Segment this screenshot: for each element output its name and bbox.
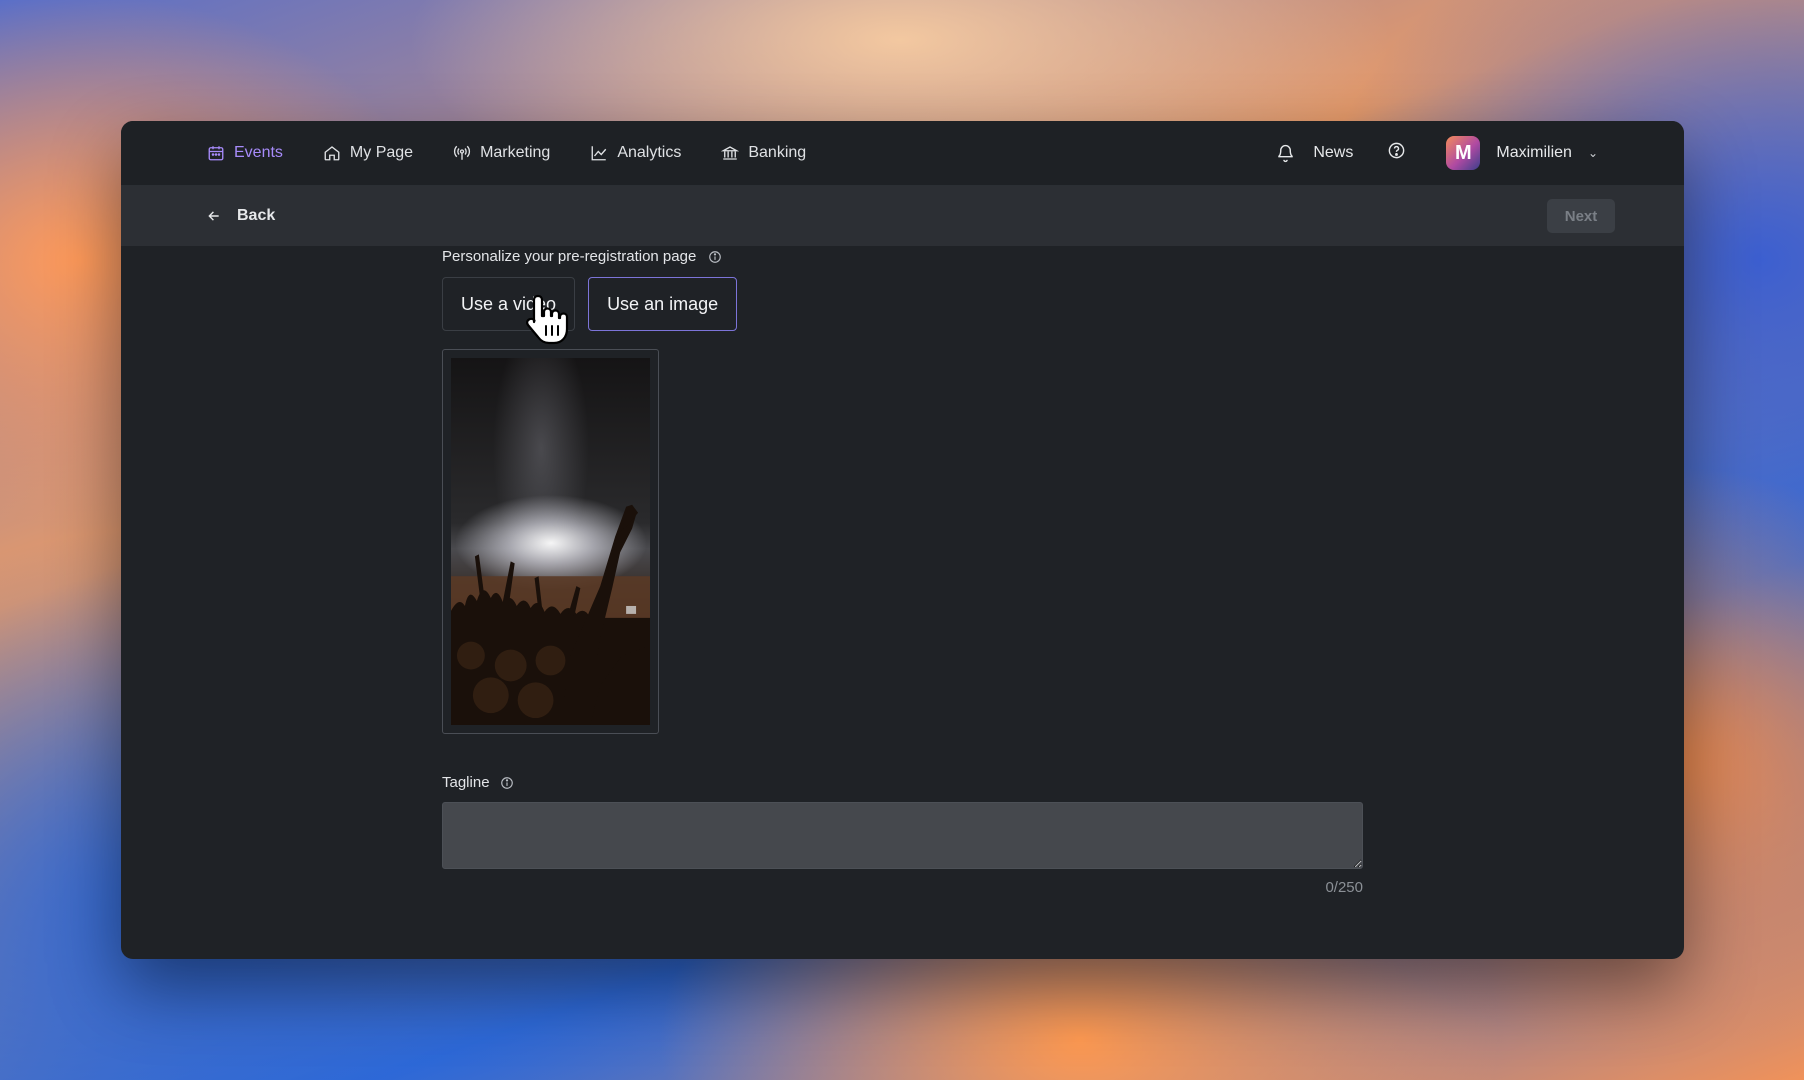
nav-item-analytics[interactable]: Analytics [590, 144, 681, 162]
top-navigation: Events My Page Marketing Analytics Banki… [121, 121, 1684, 186]
tagline-textarea[interactable] [442, 802, 1363, 869]
tagline-label: Tagline [442, 774, 490, 791]
image-preview-frame[interactable] [442, 349, 659, 734]
nav-item-my-page[interactable]: My Page [323, 144, 413, 162]
chevron-down-icon: ⌄ [1587, 146, 1598, 160]
info-icon[interactable] [500, 776, 514, 790]
info-icon[interactable] [708, 250, 722, 264]
personalize-label: Personalize your pre-registration page [442, 248, 697, 265]
news-label: News [1313, 144, 1354, 161]
bank-icon [721, 146, 740, 160]
nav-item-label: Events [234, 144, 283, 161]
app-window: Events My Page Marketing Analytics Banki… [121, 121, 1684, 959]
nav-item-label: Analytics [617, 144, 682, 161]
user-name: Maximilien [1496, 144, 1572, 161]
use-image-button[interactable]: Use an image [588, 277, 738, 331]
user-menu[interactable]: M Maximilien ⌄ [1446, 136, 1598, 170]
nav-item-banking[interactable]: Banking [721, 144, 806, 162]
use-video-button[interactable]: Use a video [442, 277, 576, 331]
nav-item-marketing[interactable]: Marketing [453, 144, 550, 162]
personalize-section-label: Personalize your pre-registration page [442, 248, 1363, 265]
news-button[interactable]: News [1276, 144, 1353, 163]
concert-image [451, 358, 650, 725]
nav-item-events[interactable]: Events [207, 144, 283, 162]
nav-item-label: My Page [349, 144, 414, 161]
tagline-section-label: Tagline [442, 774, 1363, 791]
next-button[interactable]: Next [1547, 199, 1615, 233]
help-button[interactable] [1387, 141, 1406, 165]
arrow-left-icon [208, 211, 219, 221]
nav-item-label: Banking [748, 144, 807, 161]
media-type-toggle: Use a video Use an image [442, 277, 1363, 331]
bell-icon [1278, 144, 1294, 162]
character-counter: 0/250 [1325, 879, 1363, 896]
avatar: M [1446, 136, 1481, 170]
nav-right: News M Maximilien ⌄ [1276, 136, 1598, 170]
calendar-icon [208, 146, 224, 161]
chart-line-icon [591, 146, 607, 161]
form-content: Personalize your pre-registration page U… [442, 246, 1363, 896]
back-button[interactable]: Back [207, 207, 275, 225]
home-icon [324, 146, 340, 161]
nav-item-label: Marketing [480, 144, 551, 161]
crowd-silhouette [451, 504, 650, 725]
help-icon [1389, 142, 1405, 159]
back-label: Back [237, 207, 276, 224]
broadcast-icon [453, 145, 471, 160]
nav-items: Events My Page Marketing Analytics Banki… [207, 144, 806, 162]
sub-toolbar: Back Next [121, 186, 1684, 246]
